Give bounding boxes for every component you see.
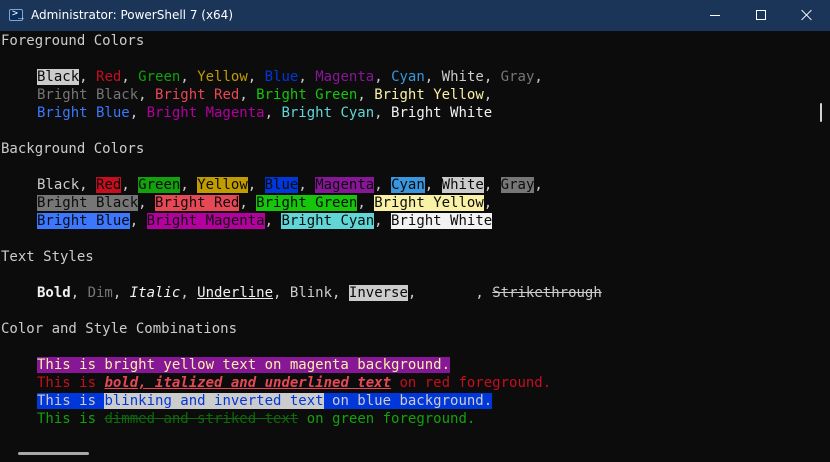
combo-line-1: This is bright yellow text on magenta ba… bbox=[1, 356, 451, 374]
bg-sample-gray: Gray bbox=[500, 177, 535, 193]
close-button[interactable] bbox=[784, 0, 830, 31]
combo-blink-inverted: blinking and inverted text bbox=[104, 393, 324, 409]
background-row-2: Bright Black, Bright Red, Bright Green, … bbox=[37, 195, 493, 211]
fg-sample-red: Red bbox=[96, 69, 122, 85]
bg-sample-red: Red bbox=[96, 177, 122, 193]
maximize-button[interactable] bbox=[738, 0, 784, 31]
fg-sample-bright-cyan: Bright Cyan bbox=[281, 105, 375, 121]
bg-sample-white: White bbox=[441, 177, 484, 193]
fg-sample-cyan: Cyan bbox=[391, 69, 425, 85]
fg-sample-bright-yellow: Bright Yellow bbox=[374, 87, 484, 103]
horizontal-scrollbar-thumb[interactable] bbox=[18, 452, 89, 455]
foreground-row-3: Bright Blue, Bright Magenta, Bright Cyan… bbox=[37, 105, 493, 121]
bg-sample-bright-black: Bright Black bbox=[37, 195, 139, 211]
combos-heading: Color and Style Combinations bbox=[1, 321, 238, 337]
foreground-row-2: Bright Black, Bright Red, Bright Green, … bbox=[37, 87, 493, 103]
fg-sample-yellow: Yellow bbox=[197, 69, 248, 85]
style-sample-hidden: Hidden bbox=[424, 285, 476, 301]
style-sample-strikethrough: Strikethrough bbox=[492, 285, 602, 301]
combo-line-2: This is bold, italized and underlined te… bbox=[37, 375, 552, 391]
style-sample-inverse: Inverse bbox=[348, 285, 408, 301]
combo-line-3: This is blinking and inverted text on bl… bbox=[37, 393, 493, 409]
close-icon bbox=[801, 9, 813, 21]
bg-sample-bright-red: Bright Red bbox=[155, 195, 240, 211]
bg-sample-bright-magenta: Bright Magenta bbox=[146, 213, 265, 229]
fg-sample-gray: Gray bbox=[500, 69, 535, 85]
style-sample-dim: Dim bbox=[87, 285, 113, 301]
fg-sample-bright-magenta: Bright Magenta bbox=[146, 105, 265, 121]
foreground-heading: Foreground Colors bbox=[1, 33, 145, 49]
minimize-icon bbox=[710, 15, 720, 16]
background-heading: Background Colors bbox=[1, 141, 145, 157]
bg-sample-green: Green bbox=[138, 177, 181, 193]
style-sample-italic: Italic bbox=[129, 285, 181, 301]
bg-sample-bright-yellow: Bright Yellow bbox=[374, 195, 484, 211]
combo-line-4: This is dimmed and striked text on green… bbox=[37, 411, 476, 427]
fg-sample-bright-green: Bright Green bbox=[256, 87, 358, 103]
background-row-1: Black, Red, Green, Yellow, Blue, Magenta… bbox=[37, 177, 543, 193]
bg-sample-black: Black bbox=[37, 177, 80, 193]
bg-sample-bright-blue: Bright Blue bbox=[37, 213, 130, 229]
terminal-window: >_ Administrator: PowerShell 7 (x64) For… bbox=[0, 0, 830, 462]
minimize-button[interactable] bbox=[692, 0, 738, 31]
title-bar[interactable]: >_ Administrator: PowerShell 7 (x64) bbox=[0, 0, 830, 31]
fg-sample-black: Black bbox=[37, 69, 80, 85]
foreground-row-1: Black, Red, Green, Yellow, Blue, Magenta… bbox=[37, 69, 543, 85]
style-sample-blink: Blink bbox=[289, 285, 333, 301]
combo-bold-italic-underline: bold, italized and underlined text bbox=[104, 375, 392, 391]
vertical-scrollbar-thumb[interactable] bbox=[820, 103, 822, 122]
fg-sample-bright-black: Bright Black bbox=[37, 87, 139, 103]
fg-sample-magenta: Magenta bbox=[315, 69, 375, 85]
bg-sample-bright-white: Bright White bbox=[391, 213, 493, 229]
fg-sample-white: White bbox=[441, 69, 484, 85]
style-sample-bold: Bold bbox=[37, 285, 71, 301]
bg-sample-yellow: Yellow bbox=[197, 177, 248, 193]
fg-sample-green: Green bbox=[138, 69, 181, 85]
powershell-icon[interactable]: >_ bbox=[9, 8, 24, 21]
bg-sample-blue: Blue bbox=[264, 177, 299, 193]
style-sample-underline: Underline bbox=[197, 285, 274, 301]
bg-sample-bright-cyan: Bright Cyan bbox=[281, 213, 375, 229]
bg-sample-magenta: Magenta bbox=[315, 177, 375, 193]
fg-sample-bright-white: Bright White bbox=[391, 105, 493, 121]
fg-sample-bright-blue: Bright Blue bbox=[37, 105, 130, 121]
combo-yellow-on-magenta: This is bright yellow text on magenta ba… bbox=[37, 357, 451, 373]
styles-heading: Text Styles bbox=[1, 249, 94, 265]
window-title: Administrator: PowerShell 7 (x64) bbox=[31, 8, 234, 22]
terminal-output[interactable]: Foreground Colors Black, Red, Green, Yel… bbox=[0, 31, 816, 449]
fg-sample-bright-red: Bright Red bbox=[155, 87, 240, 103]
combo-dim-strike: dimmed and striked text bbox=[104, 411, 299, 427]
styles-row: Bold, Dim, Italic, Underline, Blink, Inv… bbox=[37, 285, 602, 301]
maximize-icon bbox=[756, 10, 766, 20]
bg-sample-bright-green: Bright Green bbox=[256, 195, 358, 211]
background-row-3: Bright Blue, Bright Magenta, Bright Cyan… bbox=[37, 213, 493, 229]
bg-sample-cyan: Cyan bbox=[391, 177, 425, 193]
fg-sample-blue: Blue bbox=[264, 69, 299, 85]
